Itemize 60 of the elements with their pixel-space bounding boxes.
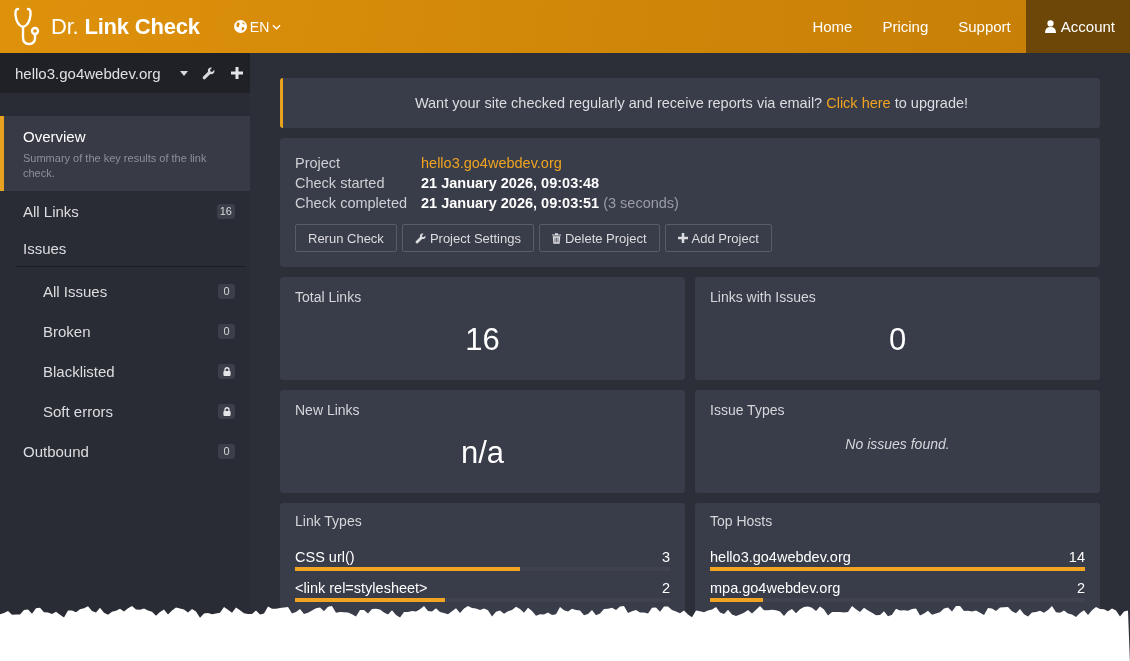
row-count: 2 (661, 579, 670, 597)
lock-icon (222, 366, 231, 376)
row-label: CSS url() (295, 548, 355, 566)
rerun-button[interactable]: Rerun Check (295, 224, 397, 252)
add-button[interactable]: Add Project (664, 224, 772, 252)
empty-message: No issues found. (844, 436, 951, 452)
field-value: 21 January 2026, 09:03:48 (421, 174, 600, 193)
count-badge: 0 (218, 323, 235, 339)
sidebar-item[interactable]: All Issues 0 (0, 271, 250, 311)
add-project-button[interactable] (228, 65, 245, 81)
upgrade-message: Want your site checked regularly and receive reports via email? Click here to upgrade! (414, 95, 969, 111)
project-selector[interactable]: hello3.go4webdev.org (15, 64, 188, 82)
row-label: mpa.go4webdev.org (710, 579, 841, 597)
sidebar-item[interactable]: All Links 16 (0, 191, 250, 231)
card-title: New Links (295, 402, 361, 418)
field-label: Check completed (295, 194, 409, 213)
row-count: 2 (1076, 579, 1085, 597)
stat-value: n/a (459, 435, 506, 471)
plus-icon (677, 233, 688, 243)
plus-icon (230, 67, 243, 79)
account-menu[interactable]: Account (1025, 0, 1130, 53)
count-badge: 16 (216, 203, 235, 219)
upgrade-link[interactable]: Click here (826, 95, 891, 111)
row-label: hello3.go4webdev.org (710, 548, 851, 566)
caret-down-icon (179, 70, 188, 76)
field-label: Project (295, 154, 342, 173)
project-link[interactable]: hello3.go4webdev.org (421, 153, 562, 173)
wrench-icon (414, 232, 426, 244)
sidebar-group-label: Issues (15, 231, 246, 267)
stat-value: 0 (887, 322, 908, 358)
sidebar-item[interactable]: Broken 0 (0, 311, 250, 351)
field-value: 21 January 2026, 09:03:51 (421, 194, 600, 213)
globe-icon (233, 20, 247, 33)
user-icon (1044, 20, 1056, 33)
card-title: Links with Issues (710, 289, 817, 305)
trash-icon (551, 232, 561, 244)
sidebar-item[interactable]: Outbound 0 (0, 431, 250, 471)
sidebar-item[interactable]: Blacklisted (0, 351, 250, 391)
sidebar-item-description: Summary of the key results of the link check. (23, 151, 208, 181)
stethoscope-icon (14, 6, 42, 47)
card-title: Issue Types (710, 402, 786, 418)
settings-button[interactable]: Project Settings (401, 224, 534, 252)
card-title: Top Hosts (710, 513, 774, 529)
stat-value: 16 (464, 322, 501, 358)
delete-button[interactable]: Delete Project (538, 224, 660, 252)
count-badge: 0 (218, 443, 235, 459)
sidebar-item-label: Overview (23, 128, 86, 145)
card-title: Link Types (295, 513, 363, 529)
count-badge: 0 (218, 283, 235, 299)
lock-icon (222, 406, 231, 416)
field-label: Check started (295, 174, 386, 193)
row-label: <link rel=stylesheet> (295, 579, 428, 597)
row-count: 3 (661, 548, 670, 566)
wrench-icon (201, 66, 215, 80)
sidebar-item[interactable]: Overview Summary of the key results of the link check. (0, 116, 250, 191)
sidebar-item[interactable]: Soft errors (0, 391, 250, 431)
chevron-down-icon (272, 23, 282, 30)
duration-note: (3 seconds) (603, 194, 679, 213)
card-title: Total Links (295, 289, 363, 305)
row-count: 14 (1068, 548, 1085, 566)
